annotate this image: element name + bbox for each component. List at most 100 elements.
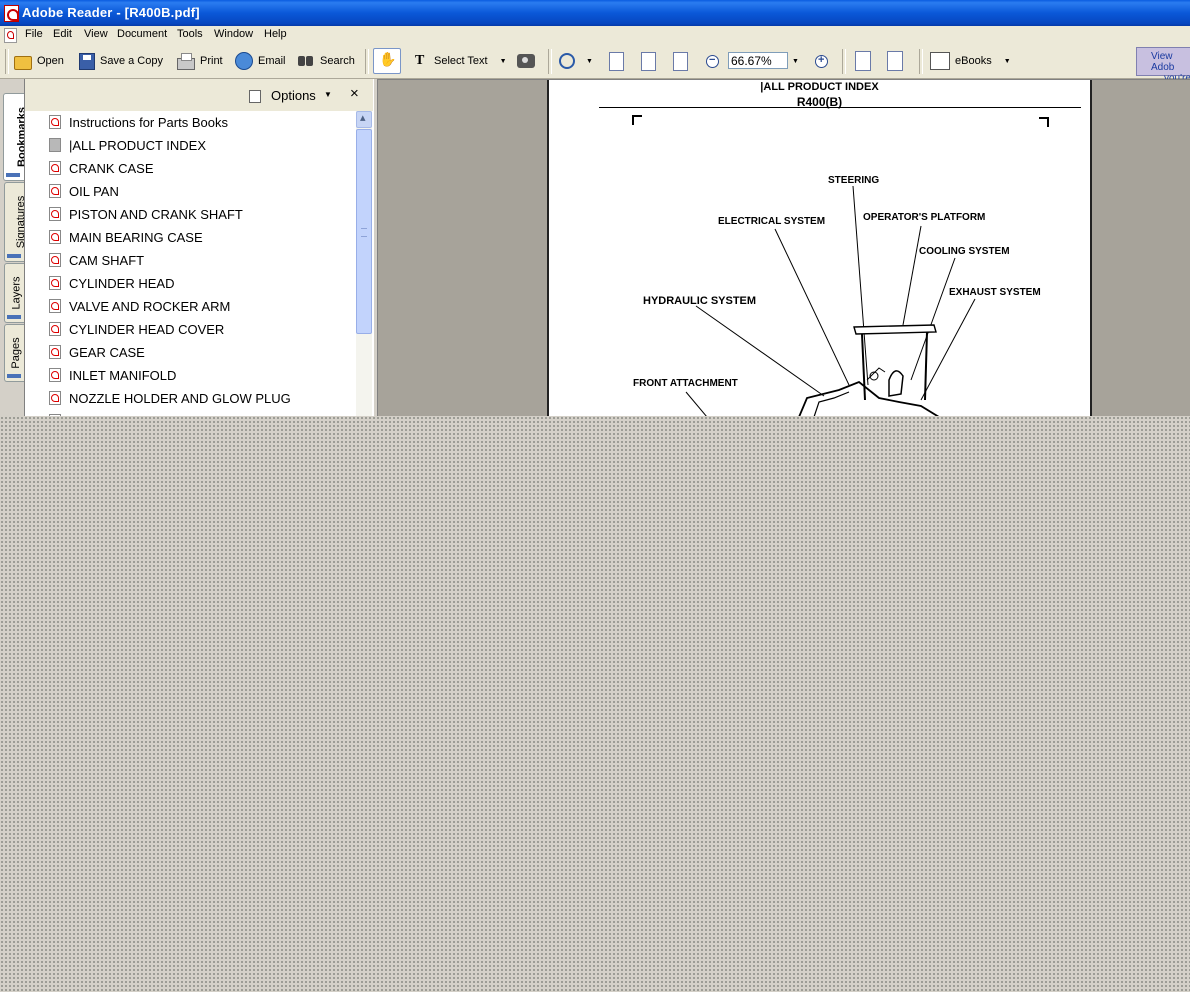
close-panel-button[interactable]: × <box>350 85 359 102</box>
chevron-down-icon[interactable]: ▼ <box>324 90 332 99</box>
text-cursor-icon <box>411 53 429 69</box>
menu-edit[interactable]: Edit <box>53 28 72 40</box>
chevron-down-icon[interactable]: ▼ <box>500 58 507 65</box>
printer-icon <box>177 52 195 70</box>
binoculars-icon <box>297 54 315 68</box>
tab-layers-marker <box>7 315 21 319</box>
fit-width-button[interactable] <box>673 51 693 71</box>
zoom-dropdown[interactable]: ▼ <box>792 51 799 71</box>
save-copy-label: Save a Copy <box>100 55 163 67</box>
options-button[interactable]: Options <box>271 88 316 103</box>
bookmark-item[interactable]: NOZZLE HOLDER AND GLOW PLUG <box>49 387 291 409</box>
label-cooling-system: COOLING SYSTEM <box>919 246 1010 257</box>
fit-width-icon <box>673 51 688 71</box>
document-view[interactable]: |ALL PRODUCT INDEX R400(B) STEERING ELEC… <box>378 79 1190 416</box>
toolbar-grip[interactable] <box>5 49 9 74</box>
bookmark-item[interactable]: Instructions for Parts Books <box>49 111 228 133</box>
bookmark-item[interactable]: GEAR CASE <box>49 341 145 363</box>
chevron-down-icon[interactable]: ▼ <box>1004 58 1011 65</box>
bookmark-item[interactable]: PISTON AND CRANK SHAFT <box>49 203 243 225</box>
ebooks-button[interactable]: eBooks ▼ <box>930 51 1011 71</box>
bookmark-item[interactable]: CYLINDER HEAD <box>49 272 174 294</box>
menu-view[interactable]: View <box>84 28 108 40</box>
pdf-bookmark-icon <box>49 299 61 313</box>
navigation-tabs: Bookmarks Signatures Layers Pages <box>0 79 28 416</box>
bookmark-item[interactable]: VALVE AND ROCKER ARM <box>49 295 230 317</box>
open-folder-icon <box>14 56 32 70</box>
menu-bar: File Edit View Document Tools Window Hel… <box>0 26 1190 45</box>
bookmark-label: PISTON AND CRANK SHAFT <box>69 206 243 222</box>
print-label: Print <box>200 55 223 67</box>
bookmark-item[interactable]: CYLINDER HEAD COVER <box>49 318 224 340</box>
save-copy-button[interactable]: Save a Copy <box>79 51 163 71</box>
bookmark-list: Instructions for Parts Books |ALL PRODUC… <box>25 111 355 416</box>
tab-signatures-marker <box>7 254 21 258</box>
select-text-label: Select Text <box>434 55 488 67</box>
tab-signatures[interactable]: Signatures <box>4 182 27 262</box>
ebook-icon <box>930 52 950 70</box>
zoom-input[interactable]: 66.67% <box>728 52 788 69</box>
bookmark-item[interactable]: CAM SHAFT <box>49 249 144 271</box>
adobe-reader-window: Adobe Reader - [R400B.pdf] File Edit Vie… <box>0 0 1190 416</box>
hand-tool-button[interactable] <box>373 48 401 74</box>
title-bar: Adobe Reader - [R400B.pdf] <box>0 0 1190 26</box>
pdf-bookmark-icon <box>49 253 61 267</box>
search-button[interactable]: Search <box>297 51 355 71</box>
tab-pages-label: Pages <box>9 337 22 369</box>
rotate-counterclockwise-icon <box>887 51 903 71</box>
bookmark-label: |ALL PRODUCT INDEX <box>69 137 207 153</box>
camera-icon <box>517 54 535 68</box>
open-button[interactable]: Open <box>14 51 64 71</box>
bookmark-item[interactable]: MAIN BEARING CASE <box>49 226 203 248</box>
menu-help[interactable]: Help <box>264 28 287 40</box>
toolbar: Open Save a Copy Print Email Search Sele… <box>0 45 1190 79</box>
menu-window[interactable]: Window <box>214 28 253 40</box>
pdf-bookmark-icon <box>49 391 61 405</box>
label-steering: STEERING <box>828 175 880 186</box>
email-button[interactable]: Email <box>235 51 286 71</box>
zoom-in-tool-button[interactable]: ▼ <box>559 51 593 71</box>
pdf-bookmark-icon <box>49 276 61 290</box>
tab-bookmarks-marker <box>6 173 20 177</box>
options-menu-icon[interactable] <box>249 90 261 103</box>
zoom-out-icon <box>706 54 719 68</box>
chevron-down-icon[interactable]: ▼ <box>586 58 593 65</box>
rotate-counterclockwise-button[interactable] <box>887 51 908 71</box>
bookmark-scrollbar[interactable] <box>356 111 372 416</box>
open-label: Open <box>37 55 64 67</box>
bookmark-item[interactable]: CRANK CASE <box>49 157 154 179</box>
rotate-clockwise-button[interactable] <box>855 51 876 71</box>
toolbar-separator <box>365 49 369 74</box>
zoom-in-button[interactable] <box>815 51 833 71</box>
scrollbar-thumb[interactable] <box>356 129 372 334</box>
print-button[interactable]: Print <box>177 51 223 71</box>
menu-document[interactable]: Document <box>117 28 167 40</box>
tab-pages[interactable]: Pages <box>4 324 24 382</box>
bookmark-item[interactable]: |ALL PRODUCT INDEX <box>49 134 206 156</box>
actual-size-button[interactable] <box>609 51 629 71</box>
tab-bookmarks[interactable]: Bookmarks <box>3 93 28 181</box>
ebooks-label: eBooks <box>955 55 992 67</box>
zoom-out-button[interactable] <box>706 51 724 71</box>
bookmark-page-icon <box>49 138 61 152</box>
snapshot-button[interactable] <box>517 51 540 71</box>
bookmark-label: CRANK CASE <box>69 160 154 176</box>
pdf-bookmark-icon <box>49 207 61 221</box>
tab-layers[interactable]: Layers <box>4 263 24 323</box>
scroll-up-arrow-icon[interactable] <box>356 111 372 128</box>
select-text-button[interactable]: Select Text ▼ <box>411 51 507 71</box>
pdf-bookmark-icon <box>49 161 61 175</box>
view-adobe-ad-button[interactable]: View Adob you're <box>1136 47 1190 84</box>
bookmark-item[interactable]: INLET MANIFOLD <box>49 364 176 386</box>
window-title: Adobe Reader - [R400B.pdf] <box>22 5 200 20</box>
menu-tools[interactable]: Tools <box>177 28 203 40</box>
magnifier-icon <box>559 53 575 69</box>
menu-file[interactable]: File <box>25 28 43 40</box>
chevron-down-icon[interactable]: ▼ <box>792 58 799 65</box>
email-label: Email <box>258 55 286 67</box>
bookmark-item[interactable]: OIL PAN <box>49 180 119 202</box>
pdf-page: |ALL PRODUCT INDEX R400(B) STEERING ELEC… <box>547 80 1092 416</box>
fit-page-button[interactable] <box>641 51 661 71</box>
document-menu-icon[interactable] <box>4 28 17 43</box>
ad-text-line1: View Adob <box>1151 51 1175 73</box>
